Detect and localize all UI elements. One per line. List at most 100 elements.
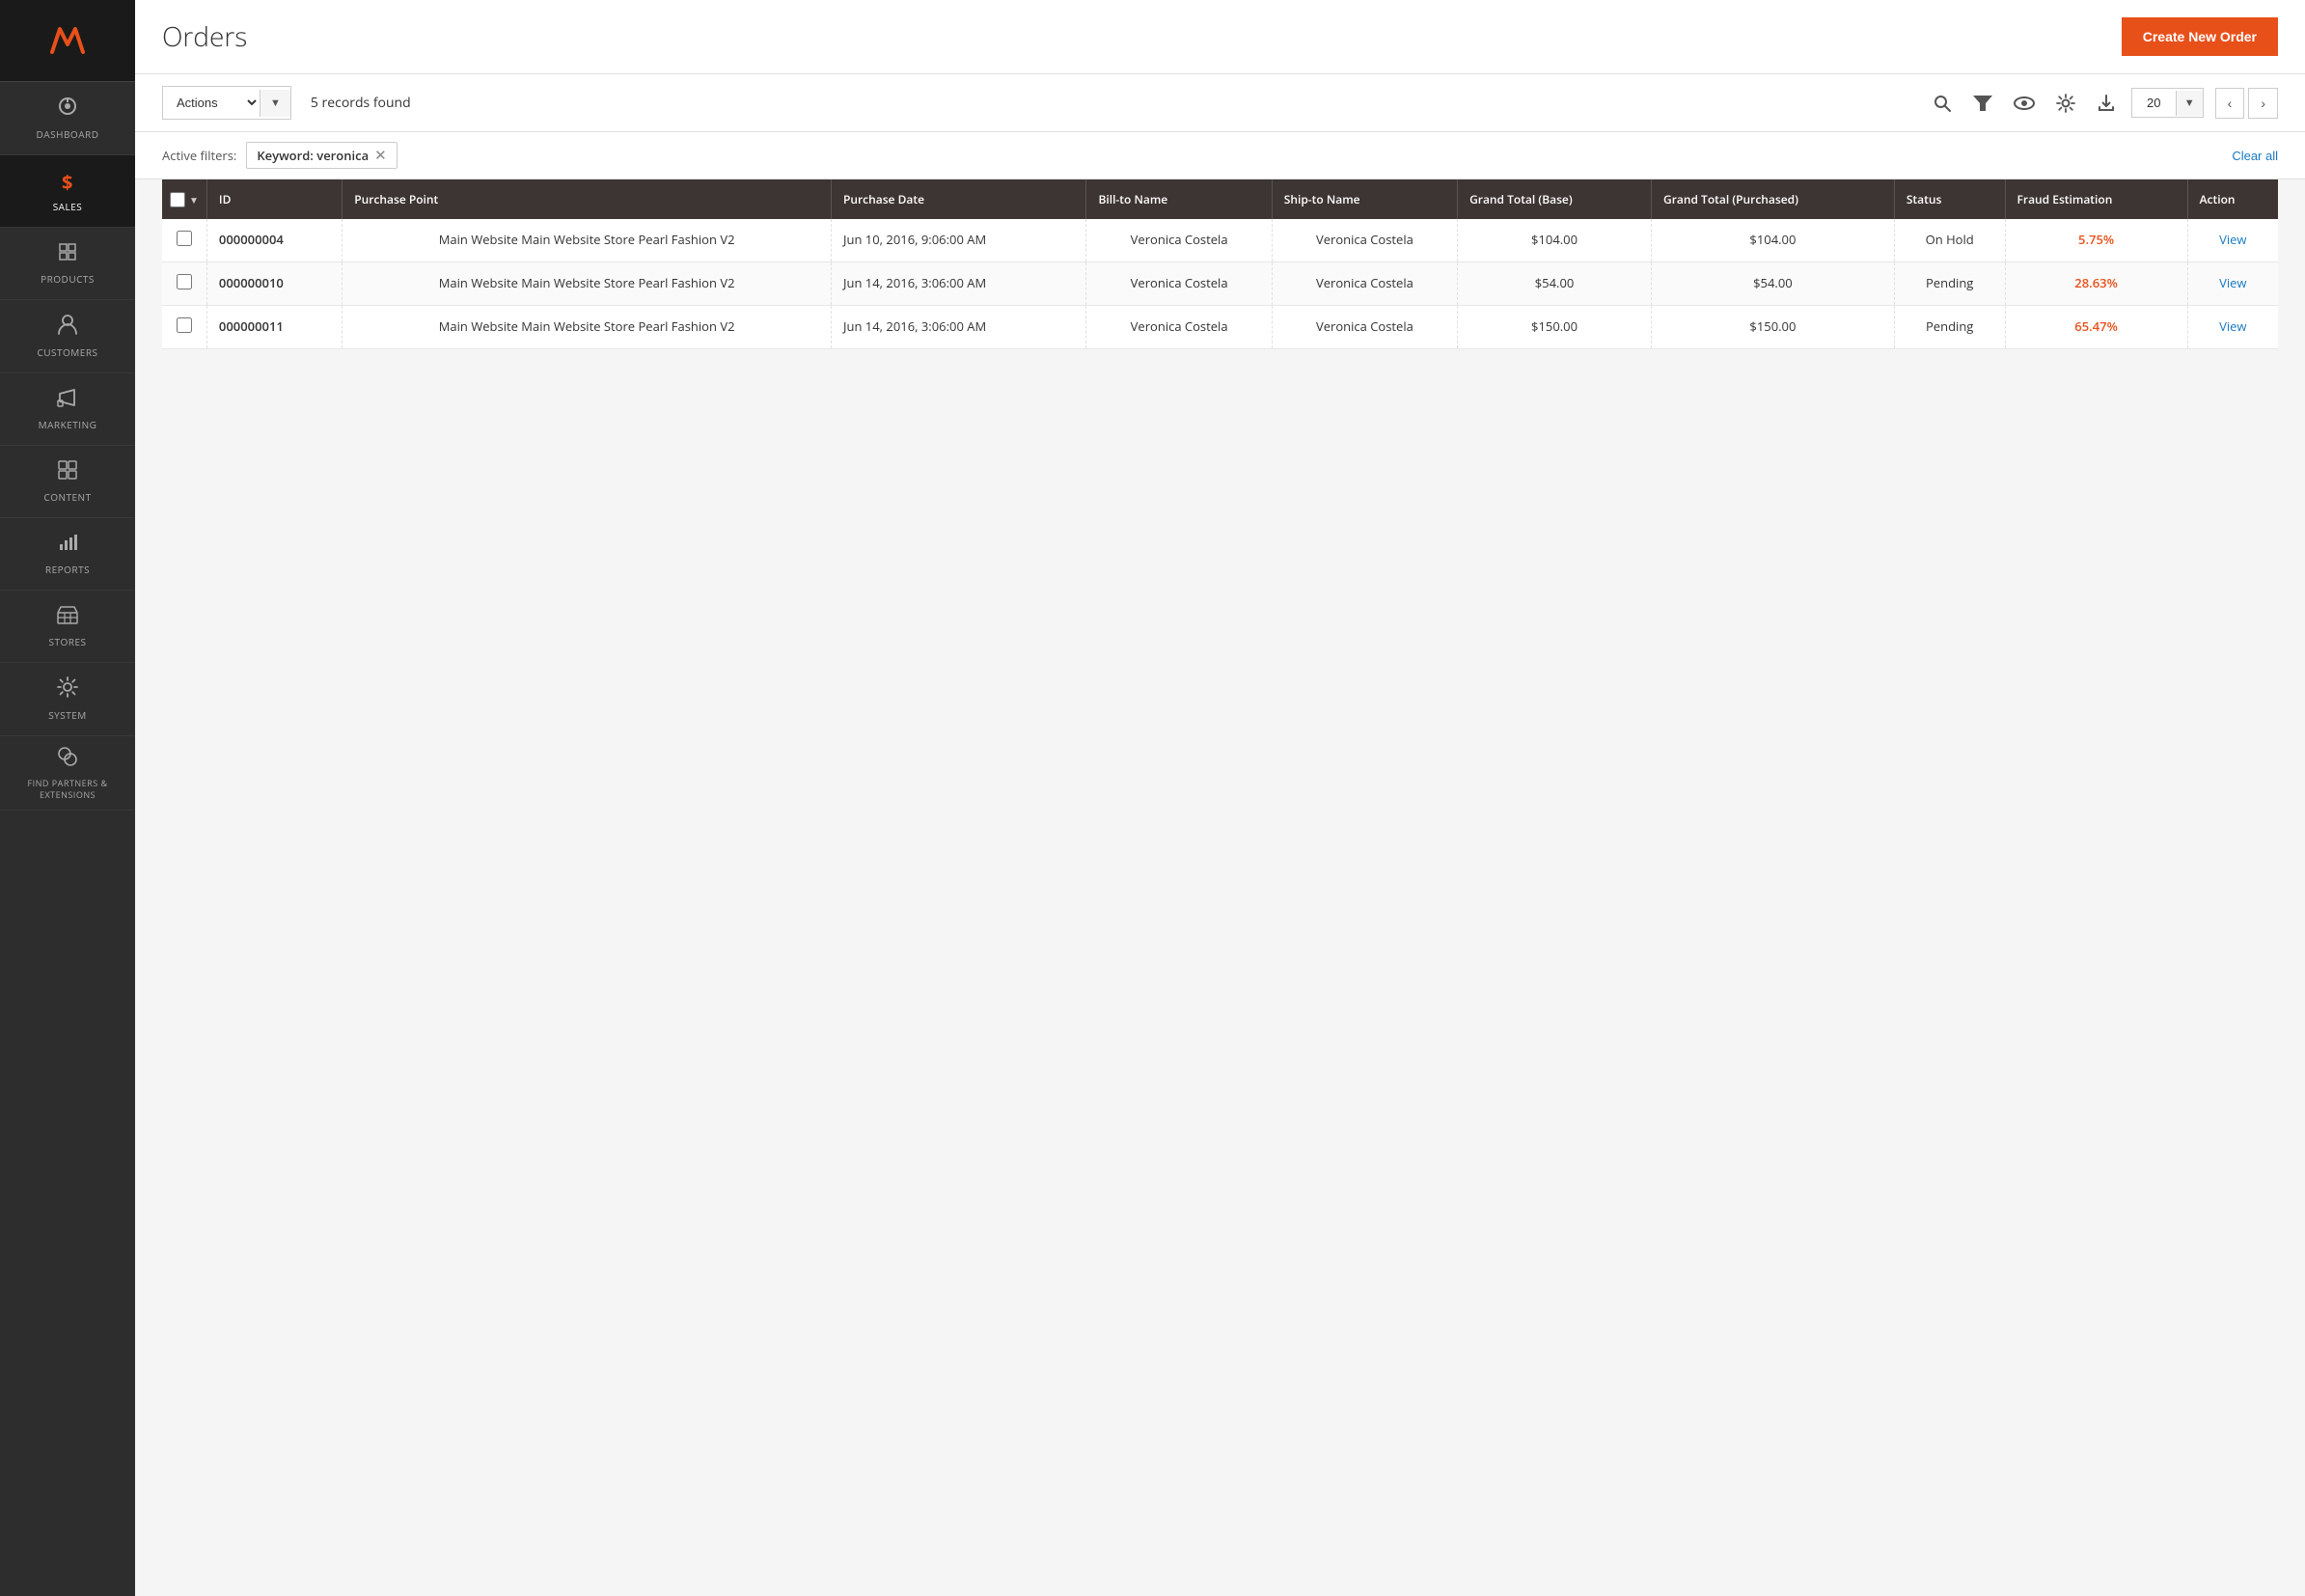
th-grand-total-base: Grand Total (Base) — [1458, 179, 1652, 219]
select-all-checkbox[interactable] — [170, 192, 185, 207]
sidebar-item-stores[interactable]: STORES — [0, 591, 135, 663]
sidebar-item-label-stores: STORES — [49, 635, 87, 648]
th-purchase-date: Purchase Date — [831, 179, 1085, 219]
cell-grand-total-purchased: $54.00 — [1652, 262, 1895, 306]
filter-remove-button[interactable]: ✕ — [374, 149, 387, 163]
th-status: Status — [1894, 179, 2005, 219]
cell-status: Pending — [1894, 306, 2005, 349]
action-view-link[interactable]: View — [2219, 274, 2246, 291]
cell-bill-to-name: Veronica Costela — [1086, 306, 1272, 349]
row-checkbox[interactable] — [177, 274, 192, 289]
cell-status: On Hold — [1894, 219, 2005, 262]
per-page-dropdown-button[interactable]: ▼ — [2176, 91, 2203, 116]
row-checkbox[interactable] — [177, 317, 192, 333]
filter-tag-text: Keyword: veronica — [257, 147, 369, 164]
dashboard-icon — [57, 96, 78, 123]
table-container: ▼ ID Purchase Point Purchase Date Bill-t… — [135, 179, 2305, 1596]
customers-icon — [58, 314, 77, 341]
sidebar-item-products[interactable]: PRODUCTS — [0, 228, 135, 300]
sidebar-item-label-sales: SALES — [53, 200, 83, 213]
pagination-next-button[interactable]: › — [2248, 88, 2278, 119]
table-row: 000000010 Main Website Main Website Stor… — [162, 262, 2278, 306]
cell-action: View — [2187, 306, 2278, 349]
cell-ship-to-name: Veronica Costela — [1272, 219, 1457, 262]
cell-purchase-date: Jun 14, 2016, 3:06:00 AM — [831, 262, 1085, 306]
cell-bill-to-name: Veronica Costela — [1086, 219, 1272, 262]
content-icon — [58, 459, 77, 485]
sidebar-item-content[interactable]: CONTENT — [0, 446, 135, 518]
sidebar-item-label-products: PRODUCTS — [41, 272, 95, 286]
cell-fraud-estimation: 5.75% — [2005, 219, 2187, 262]
sidebar-item-reports[interactable]: REPORTS — [0, 518, 135, 591]
reports-icon — [58, 532, 77, 558]
settings-button[interactable] — [2052, 90, 2079, 117]
pagination-prev-button[interactable]: ‹ — [2215, 88, 2245, 119]
th-purchase-point: Purchase Point — [343, 179, 832, 219]
th-dropdown-arrow[interactable]: ▼ — [189, 193, 199, 206]
cell-purchase-point: Main Website Main Website Store Pearl Fa… — [343, 219, 832, 262]
stores-icon — [57, 604, 78, 630]
sidebar: DASHBOARD $ SALES PRODUCTS CUSTOMERS MAR… — [0, 0, 135, 1596]
cell-id: 000000011 — [206, 306, 342, 349]
action-view-link[interactable]: View — [2219, 317, 2246, 335]
th-checkbox: ▼ — [162, 179, 206, 219]
per-page-wrap: ▼ — [2131, 88, 2204, 118]
sidebar-item-label-customers: CUSTOMERS — [37, 345, 97, 359]
sidebar-item-customers[interactable]: CUSTOMERS — [0, 300, 135, 373]
sidebar-item-dashboard[interactable]: DASHBOARD — [0, 82, 135, 155]
sidebar-item-sales[interactable]: $ SALES — [0, 155, 135, 228]
cell-bill-to-name: Veronica Costela — [1086, 262, 1272, 306]
cell-grand-total-base: $104.00 — [1458, 219, 1652, 262]
cell-purchase-date: Jun 10, 2016, 9:06:00 AM — [831, 219, 1085, 262]
cell-id: 000000004 — [206, 219, 342, 262]
sidebar-item-marketing[interactable]: MARKETING — [0, 373, 135, 446]
cell-action: View — [2187, 262, 2278, 306]
system-icon — [57, 676, 78, 703]
action-view-link[interactable]: View — [2219, 231, 2246, 248]
toolbar: Actions ▼ 5 records found ▼ — [135, 74, 2305, 132]
cell-grand-total-base: $150.00 — [1458, 306, 1652, 349]
create-new-order-button[interactable]: Create New Order — [2122, 17, 2278, 56]
filter-tag-keyword: Keyword: veronica ✕ — [246, 142, 397, 169]
actions-select[interactable]: Actions — [163, 87, 260, 119]
per-page-input[interactable] — [2132, 89, 2176, 117]
table-header-row: ▼ ID Purchase Point Purchase Date Bill-t… — [162, 179, 2278, 219]
table-row: 000000004 Main Website Main Website Stor… — [162, 219, 2278, 262]
sidebar-logo — [0, 0, 135, 82]
main-content: Orders Create New Order Actions ▼ 5 reco… — [135, 0, 2305, 1596]
filter-button[interactable] — [1969, 92, 1996, 115]
active-filters-label: Active filters: — [162, 147, 236, 164]
table-body: 000000004 Main Website Main Website Stor… — [162, 219, 2278, 349]
page-header: Orders Create New Order — [135, 0, 2305, 74]
active-filters-bar: Active filters: Keyword: veronica ✕ Clea… — [135, 132, 2305, 179]
sidebar-item-label-dashboard: DASHBOARD — [37, 127, 99, 141]
cell-purchase-point: Main Website Main Website Store Pearl Fa… — [343, 262, 832, 306]
find-partners-icon — [57, 746, 78, 773]
orders-table: ▼ ID Purchase Point Purchase Date Bill-t… — [162, 179, 2278, 349]
marketing-icon — [57, 387, 78, 413]
cell-purchase-date: Jun 14, 2016, 3:06:00 AM — [831, 306, 1085, 349]
th-grand-total-purchased: Grand Total (Purchased) — [1652, 179, 1895, 219]
records-count: 5 records found — [311, 94, 1917, 112]
cell-status: Pending — [1894, 262, 2005, 306]
sales-icon: $ — [62, 169, 73, 195]
export-button[interactable] — [2093, 90, 2120, 117]
sidebar-item-system[interactable]: SYSTEM — [0, 663, 135, 736]
th-bill-to-name: Bill-to Name — [1086, 179, 1272, 219]
sidebar-item-label-reports: REPORTS — [45, 563, 90, 576]
cell-fraud-estimation: 65.47% — [2005, 306, 2187, 349]
view-button[interactable] — [2010, 93, 2039, 114]
cell-grand-total-purchased: $150.00 — [1652, 306, 1895, 349]
sidebar-item-label-marketing: MARKETING — [39, 418, 97, 431]
cell-grand-total-base: $54.00 — [1458, 262, 1652, 306]
clear-all-button[interactable]: Clear all — [2232, 149, 2278, 163]
sidebar-item-label-content: CONTENT — [43, 490, 91, 504]
cell-fraud-estimation: 28.63% — [2005, 262, 2187, 306]
sidebar-item-find-partners[interactable]: FIND PARTNERS & EXTENSIONS — [0, 736, 135, 811]
sidebar-item-label-find-partners: FIND PARTNERS & EXTENSIONS — [8, 778, 127, 800]
actions-dropdown-button[interactable]: ▼ — [260, 90, 290, 117]
table-row: 000000011 Main Website Main Website Stor… — [162, 306, 2278, 349]
row-checkbox[interactable] — [177, 231, 192, 246]
search-button[interactable] — [1929, 90, 1956, 117]
pagination-buttons: ‹ › — [2215, 88, 2278, 119]
